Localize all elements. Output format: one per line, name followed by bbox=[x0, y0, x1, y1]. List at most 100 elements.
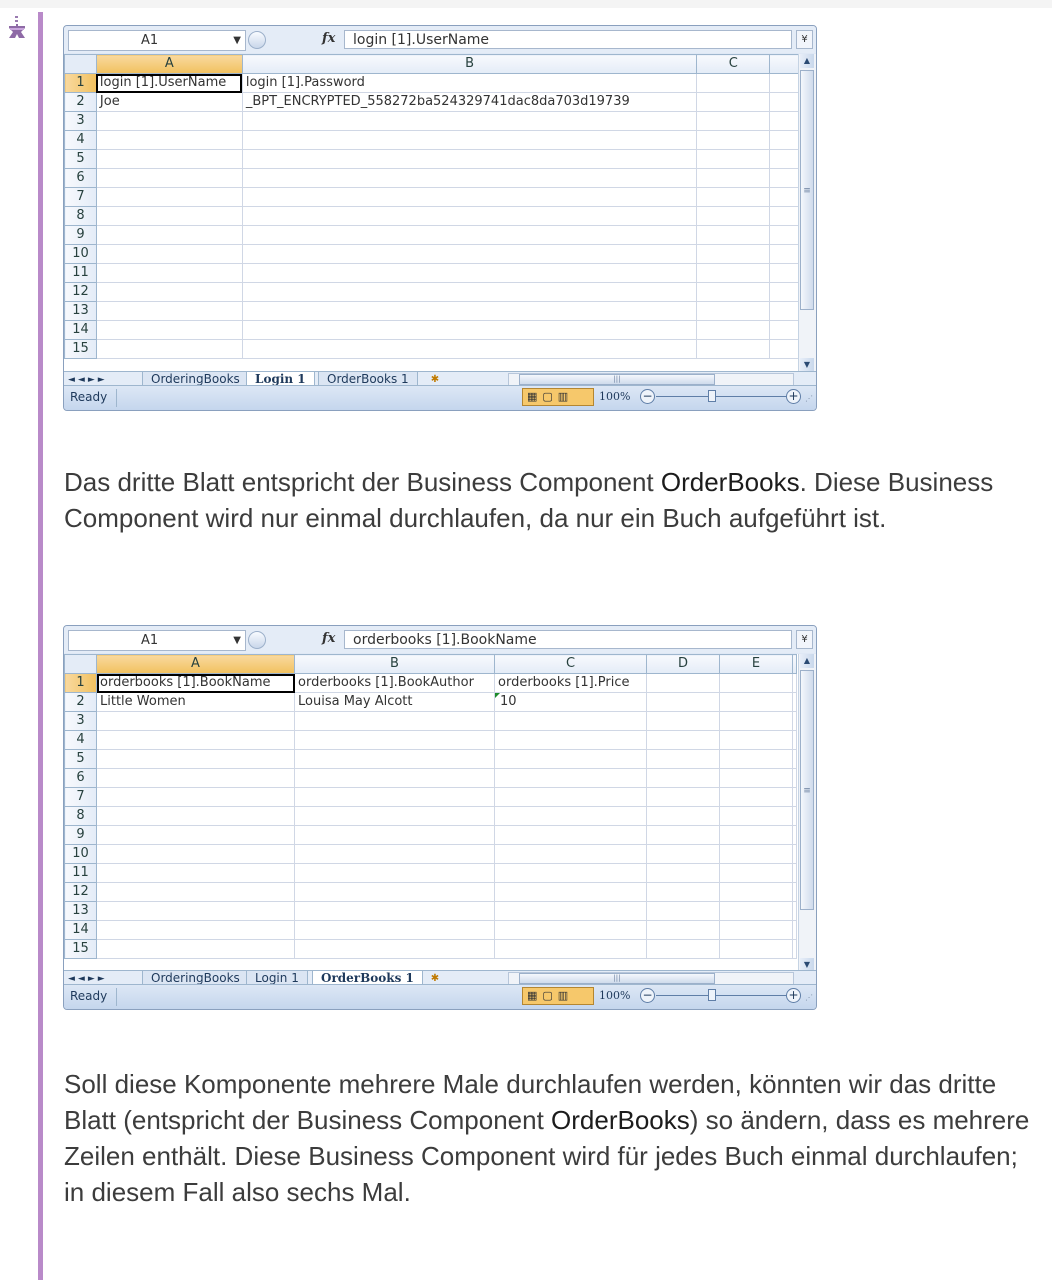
cell[interactable] bbox=[769, 320, 800, 340]
row-header[interactable]: 15 bbox=[64, 339, 97, 359]
expand-formula-bar-button[interactable]: ¥ bbox=[796, 630, 813, 649]
column-header[interactable]: B bbox=[294, 654, 495, 674]
cell[interactable] bbox=[719, 901, 793, 921]
cell[interactable] bbox=[95, 206, 243, 226]
cell[interactable] bbox=[719, 730, 793, 750]
cell[interactable] bbox=[769, 168, 800, 188]
cell[interactable]: orderbooks [1].BookName bbox=[96, 673, 295, 693]
cell[interactable] bbox=[494, 863, 647, 883]
row-header[interactable]: 11 bbox=[64, 263, 97, 283]
chevron-down-icon[interactable]: ▼ bbox=[233, 31, 241, 50]
cell[interactable] bbox=[241, 111, 698, 131]
cell[interactable] bbox=[792, 863, 797, 883]
cell[interactable] bbox=[241, 320, 698, 340]
row-header[interactable]: 4 bbox=[64, 130, 97, 150]
cell[interactable] bbox=[96, 806, 295, 826]
row-header[interactable]: 2 bbox=[64, 692, 97, 712]
view-buttons[interactable]: ▦▢▥ bbox=[522, 987, 594, 1005]
row-header[interactable]: 14 bbox=[64, 320, 97, 340]
cell[interactable] bbox=[294, 882, 495, 902]
cell[interactable] bbox=[696, 263, 771, 283]
cell[interactable] bbox=[719, 749, 793, 769]
cell[interactable] bbox=[792, 882, 797, 902]
cell[interactable] bbox=[294, 844, 495, 864]
cell[interactable] bbox=[696, 73, 771, 93]
formula-input[interactable]: orderbooks [1].BookName bbox=[344, 630, 792, 649]
cell[interactable]: Louisa May Alcott bbox=[294, 692, 495, 712]
row-header[interactable]: 7 bbox=[64, 787, 97, 807]
cell[interactable] bbox=[95, 168, 243, 188]
row-header[interactable]: 6 bbox=[64, 768, 97, 788]
row-header[interactable]: 2 bbox=[64, 92, 97, 112]
cell[interactable] bbox=[241, 282, 698, 302]
formula-input[interactable]: login [1].UserName bbox=[344, 30, 792, 49]
column-header[interactable]: B bbox=[241, 54, 698, 74]
cell[interactable] bbox=[792, 825, 797, 845]
cell[interactable] bbox=[294, 901, 495, 921]
cell[interactable] bbox=[719, 711, 793, 731]
column-header[interactable]: D bbox=[646, 654, 720, 674]
insert-function-icon[interactable]: fx bbox=[322, 31, 335, 46]
zoom-slider-thumb[interactable] bbox=[708, 989, 716, 1001]
cell[interactable] bbox=[769, 263, 800, 283]
cell[interactable] bbox=[494, 806, 647, 826]
cell[interactable] bbox=[494, 901, 647, 921]
scroll-up-icon[interactable]: ▲ bbox=[800, 54, 814, 68]
cell[interactable] bbox=[792, 692, 797, 712]
cell[interactable]: orderbooks [1].BookAuthor bbox=[294, 673, 495, 693]
cell[interactable] bbox=[696, 206, 771, 226]
cell[interactable] bbox=[696, 301, 771, 321]
cell[interactable] bbox=[294, 806, 495, 826]
cell[interactable] bbox=[646, 920, 720, 940]
cell[interactable] bbox=[719, 787, 793, 807]
zoom-out-icon[interactable]: − bbox=[640, 988, 655, 1003]
formula-cancel-button[interactable] bbox=[248, 631, 266, 649]
row-header[interactable]: 14 bbox=[64, 920, 97, 940]
column-header[interactable]: C bbox=[696, 54, 771, 74]
zoom-slider-track[interactable] bbox=[656, 995, 786, 996]
cell[interactable] bbox=[792, 673, 797, 693]
cell[interactable] bbox=[96, 939, 295, 959]
cell[interactable] bbox=[696, 168, 771, 188]
cell[interactable] bbox=[719, 692, 793, 712]
cell[interactable] bbox=[494, 768, 647, 788]
cell[interactable] bbox=[294, 863, 495, 883]
cell[interactable]: login [1].UserName bbox=[95, 73, 243, 93]
cell[interactable] bbox=[769, 111, 800, 131]
cell[interactable] bbox=[696, 130, 771, 150]
cell[interactable] bbox=[719, 939, 793, 959]
cell[interactable] bbox=[792, 844, 797, 864]
cell[interactable] bbox=[494, 711, 647, 731]
cell[interactable] bbox=[719, 806, 793, 826]
row-header[interactable]: 10 bbox=[64, 844, 97, 864]
cell[interactable] bbox=[96, 730, 295, 750]
cell[interactable] bbox=[95, 149, 243, 169]
cell[interactable] bbox=[96, 844, 295, 864]
zoom-out-icon[interactable]: − bbox=[640, 389, 655, 404]
cell[interactable] bbox=[95, 187, 243, 207]
expand-formula-bar-button[interactable]: ¥ bbox=[796, 30, 813, 49]
row-header[interactable]: 6 bbox=[64, 168, 97, 188]
cell[interactable] bbox=[494, 844, 647, 864]
cell[interactable] bbox=[294, 920, 495, 940]
cell[interactable] bbox=[95, 339, 243, 359]
cell[interactable] bbox=[241, 130, 698, 150]
cell[interactable] bbox=[241, 168, 698, 188]
cell[interactable] bbox=[792, 730, 797, 750]
cell[interactable] bbox=[646, 882, 720, 902]
cell[interactable] bbox=[792, 901, 797, 921]
cell[interactable] bbox=[792, 768, 797, 788]
cell[interactable] bbox=[96, 863, 295, 883]
horizontal-scroll-thumb[interactable]: ||| bbox=[519, 374, 715, 385]
scroll-thumb[interactable]: ≡ bbox=[800, 70, 814, 310]
cell[interactable]: 10 bbox=[494, 692, 647, 712]
cell[interactable] bbox=[769, 339, 800, 359]
column-header[interactable]: E bbox=[719, 654, 793, 674]
row-header[interactable]: 15 bbox=[64, 939, 97, 959]
cell[interactable] bbox=[646, 825, 720, 845]
cell[interactable] bbox=[719, 673, 793, 693]
cell[interactable] bbox=[294, 711, 495, 731]
row-header[interactable]: 10 bbox=[64, 244, 97, 264]
zoom-level[interactable]: 100% bbox=[599, 989, 630, 1002]
cell[interactable] bbox=[95, 225, 243, 245]
